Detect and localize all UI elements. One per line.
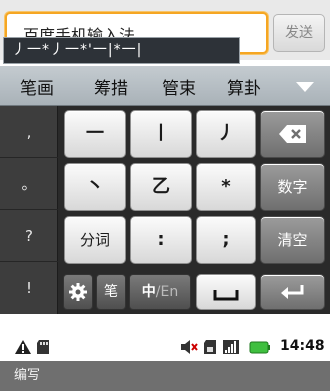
- composition-strip: 丿一*丿一*'一|*一|: [3, 37, 240, 64]
- expand-candidates-icon[interactable]: [296, 82, 314, 92]
- candidate-3[interactable]: 管束: [162, 74, 196, 99]
- semicolon-key[interactable]: ;: [196, 216, 256, 264]
- stroke-zhe-key[interactable]: 乙: [130, 163, 192, 211]
- space-key[interactable]: [196, 274, 256, 310]
- candidate-4[interactable]: 算卦: [227, 74, 261, 99]
- warning-icon: [15, 340, 31, 354]
- backspace-key[interactable]: [260, 110, 325, 158]
- status-time: 14:48: [280, 338, 325, 354]
- sd-card-icon: [37, 340, 49, 354]
- enter-key[interactable]: [260, 274, 325, 310]
- stroke-heng-key[interactable]: 一: [64, 110, 126, 158]
- stroke-wildcard-key[interactable]: *: [196, 163, 256, 211]
- stroke-mode-key[interactable]: 笔: [96, 274, 126, 310]
- punct-question-key[interactable]: ?: [0, 210, 58, 262]
- lang-en-label: En: [160, 284, 179, 300]
- battery-icon: [249, 341, 270, 354]
- enter-icon: [280, 285, 303, 299]
- stroke-shu-key[interactable]: 丨: [130, 110, 192, 158]
- lang-zh-label: 中: [141, 284, 156, 300]
- punct-exclamation-key[interactable]: !: [0, 262, 58, 314]
- punct-period-key[interactable]: 。: [0, 158, 58, 210]
- candidate-2[interactable]: 筹措: [94, 74, 128, 99]
- space-icon: [213, 290, 239, 301]
- punctuation-column: , 。 ? !: [0, 106, 58, 314]
- punct-comma-key[interactable]: ,: [0, 106, 58, 158]
- mute-icon: [181, 340, 198, 354]
- candidate-1[interactable]: 笔画: [20, 74, 54, 99]
- status-bar: 14:48: [0, 314, 330, 361]
- stroke-dian-key[interactable]: 丶: [64, 163, 126, 211]
- numbers-key[interactable]: 数字: [260, 163, 325, 211]
- send-button[interactable]: 发送: [273, 14, 325, 52]
- candidate-bar: 笔画 筹措 管束 算卦: [0, 66, 330, 106]
- gear-icon: [69, 283, 87, 301]
- footer-title: 编写: [0, 361, 330, 391]
- language-toggle-key[interactable]: 中/En: [129, 274, 191, 310]
- stroke-pie-key[interactable]: 丿: [196, 110, 256, 158]
- signal-icon: [223, 340, 239, 354]
- keyboard: , 。 ? ! 一 丨 丿 丶 乙 * 数字 分词 : ; 清空 笔 中/En: [0, 106, 330, 314]
- settings-key[interactable]: [63, 274, 93, 310]
- word-segment-key[interactable]: 分词: [64, 216, 126, 264]
- backspace-icon: [278, 125, 306, 143]
- colon-key[interactable]: :: [130, 216, 192, 264]
- sim-card-icon: [204, 340, 216, 354]
- clear-key[interactable]: 清空: [260, 216, 325, 264]
